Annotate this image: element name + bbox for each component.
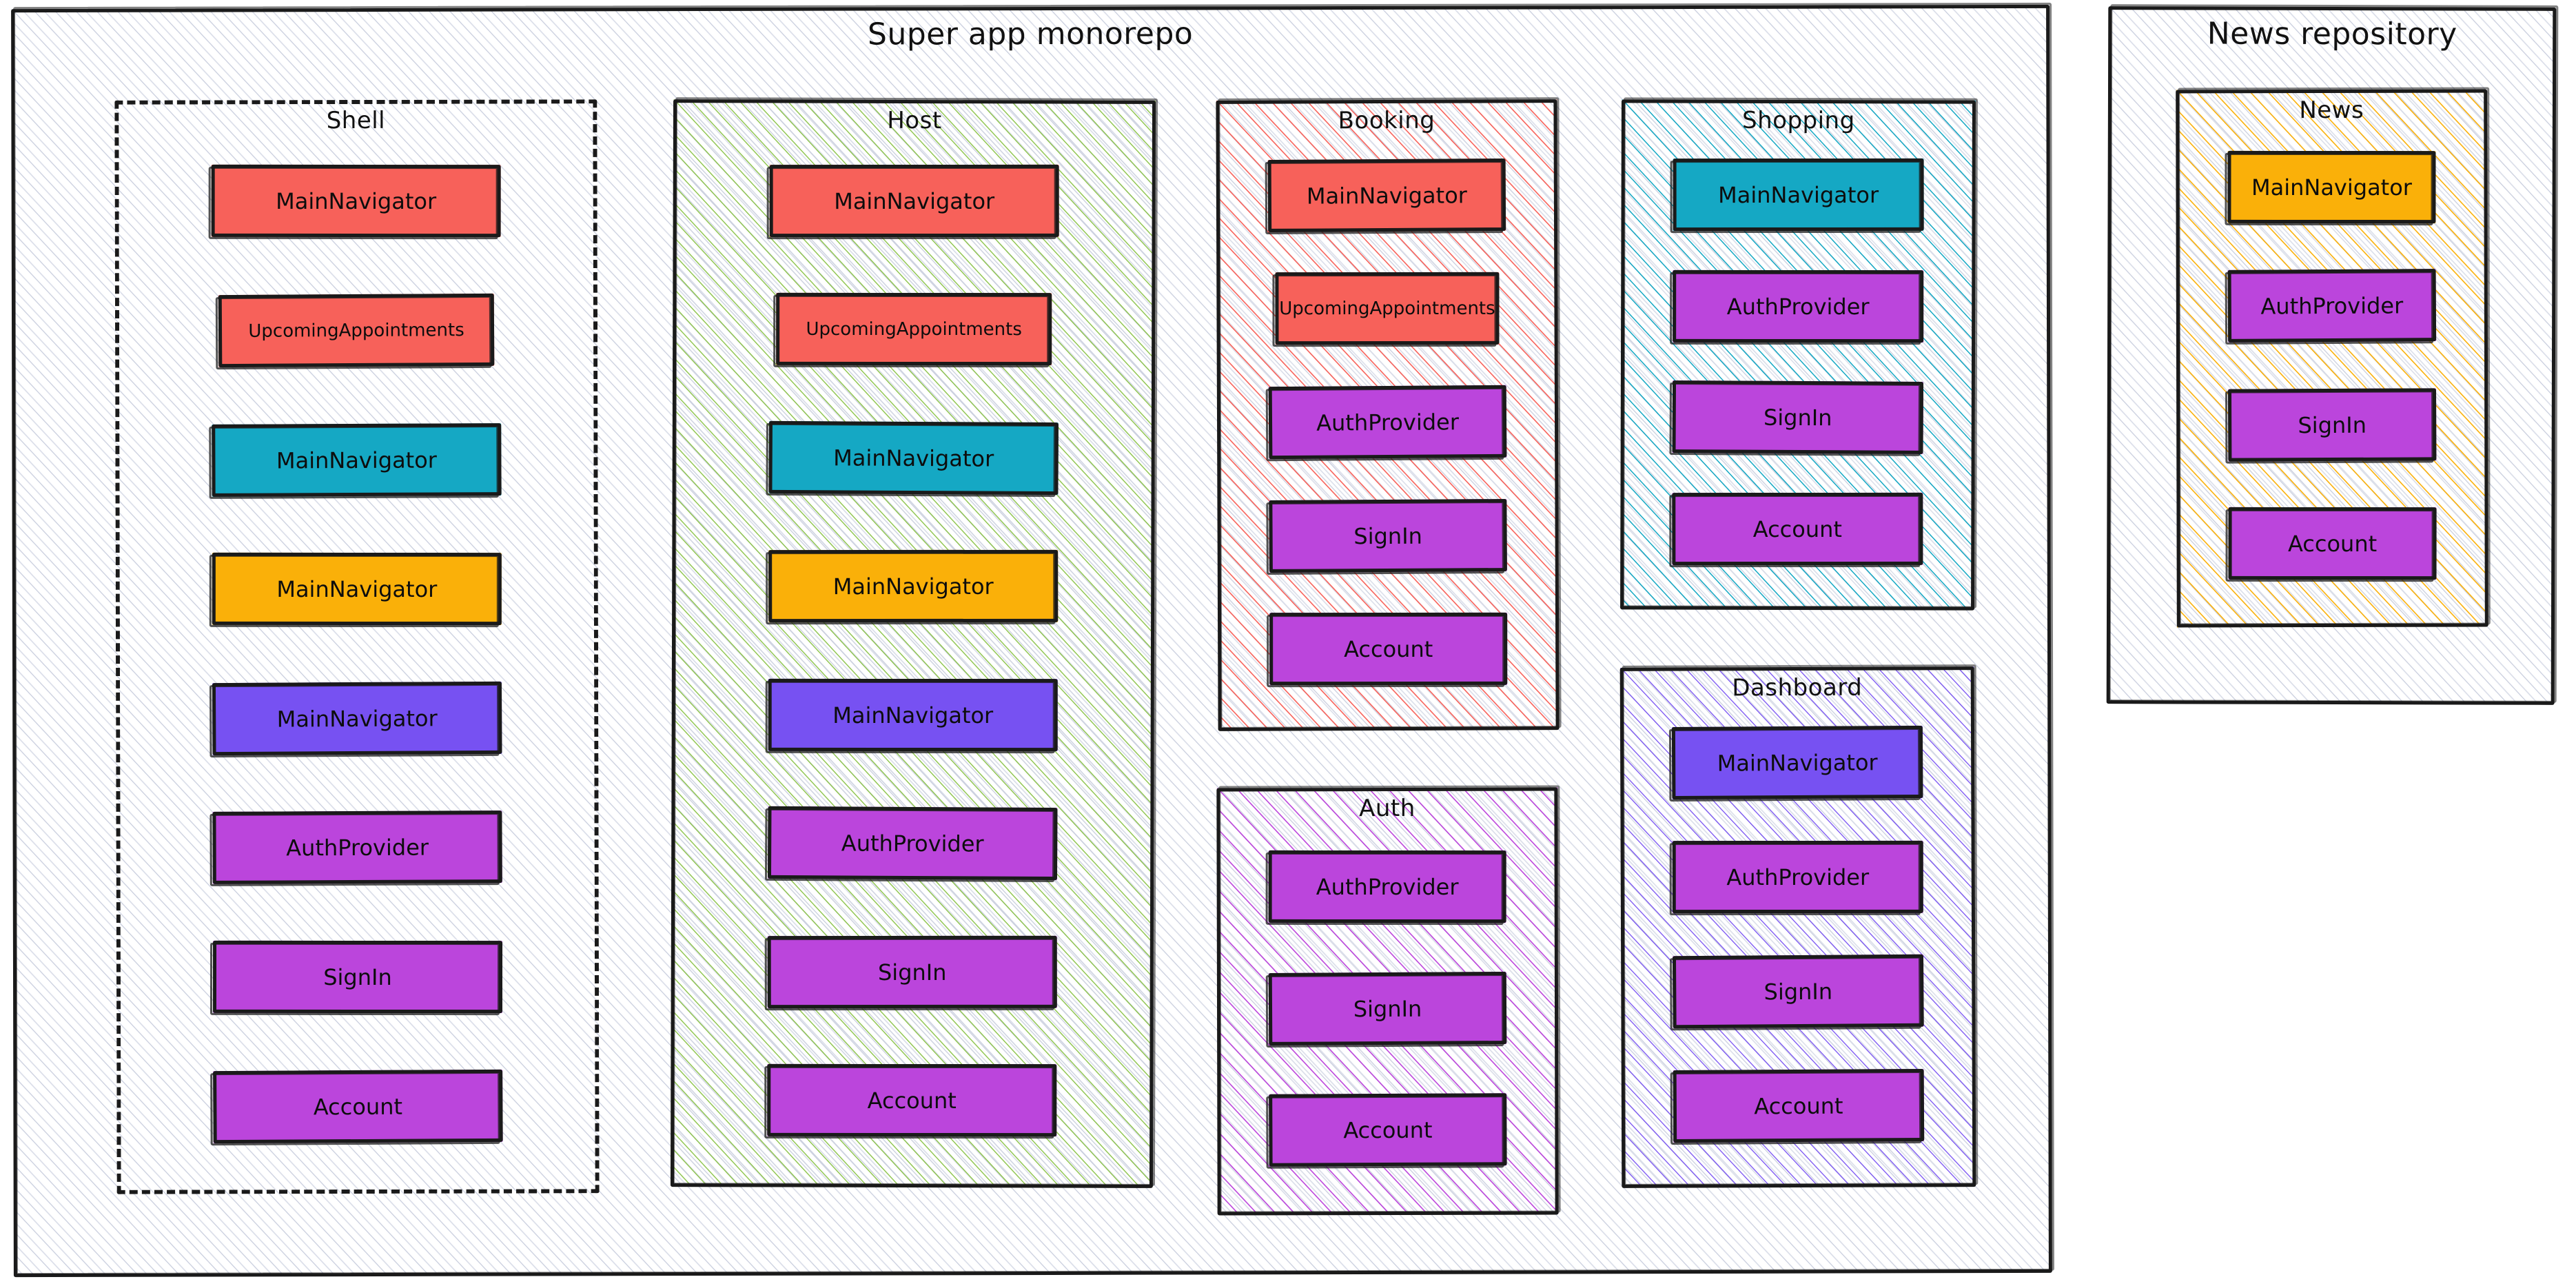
group-title-news-repository: News repository	[2207, 16, 2457, 52]
group-title-super-app-monorepo: Super app monorepo	[867, 16, 1194, 52]
node-label: AuthProvider	[1316, 408, 1460, 436]
node-label: AuthProvider	[841, 830, 984, 857]
node-news-mainnavigator[interactable]: MainNavigator	[2225, 150, 2436, 225]
node-shell-authprovider[interactable]: AuthProvider	[209, 810, 502, 887]
node-label: SignIn	[1764, 977, 1833, 1005]
node-dashboard-mainnavigator[interactable]: MainNavigator	[1668, 726, 1923, 802]
node-shopping-mainnavigator[interactable]: MainNavigator	[1670, 158, 1924, 234]
node-label: Account	[1343, 1116, 1433, 1144]
node-dashboard-authprovider[interactable]: AuthProvider	[1669, 840, 1923, 916]
node-label: SignIn	[1763, 404, 1832, 431]
node-label: AuthProvider	[286, 834, 429, 861]
node-booking-authprovider[interactable]: AuthProvider	[1265, 385, 1507, 462]
node-label: MainNavigator	[276, 575, 438, 602]
node-booking-mainnavigator[interactable]: MainNavigator	[1265, 159, 1506, 234]
module-title-auth: Auth	[1359, 794, 1415, 823]
node-shopping-signin[interactable]: SignIn	[1669, 380, 1924, 457]
node-news-account[interactable]: Account	[2225, 507, 2437, 582]
node-label: AuthProvider	[1726, 864, 1870, 890]
container-border	[114, 99, 600, 1194]
module-shell[interactable]: Shell MainNavigator UpcomingAppointments Ma…	[114, 99, 600, 1194]
node-label: SignIn	[323, 963, 392, 990]
node-shopping-account[interactable]: Account	[1669, 492, 1923, 568]
node-news-signin[interactable]: SignIn	[2225, 388, 2437, 464]
node-label: AuthProvider	[2260, 292, 2404, 320]
node-label: SignIn	[1353, 994, 1422, 1022]
module-title-dashboard: Dashboard	[1732, 673, 1863, 702]
node-label: Account	[1344, 635, 1433, 662]
node-label: MainNavigator	[834, 187, 995, 214]
node-host-mainnavigator[interactable]: MainNavigator	[766, 164, 1059, 240]
node-auth-authprovider[interactable]: AuthProvider	[1265, 850, 1506, 925]
node-label: Account	[1752, 516, 1842, 542]
node-label: MainNavigator	[2251, 174, 2412, 201]
node-host-mainnavigator[interactable]: MainNavigator	[765, 678, 1058, 753]
node-label: MainNavigator	[832, 573, 994, 600]
node-host-account[interactable]: Account	[764, 1063, 1057, 1139]
node-booking-upcomingappointments[interactable]: UpcomingAppointments	[1272, 272, 1500, 347]
node-label: AuthProvider	[1726, 293, 1870, 320]
node-shell-upcomingappointments[interactable]: UpcomingAppointments	[215, 293, 495, 370]
node-shopping-authprovider[interactable]: AuthProvider	[1670, 269, 1924, 345]
module-title-news: News	[2299, 96, 2364, 125]
node-auth-account[interactable]: Account	[1266, 1093, 1507, 1170]
node-shell-mainnavigator[interactable]: MainNavigator	[209, 553, 502, 628]
node-shell-mainnavigator[interactable]: MainNavigator	[209, 422, 502, 499]
node-host-signin[interactable]: SignIn	[764, 935, 1057, 1010]
node-dashboard-account[interactable]: Account	[1670, 1068, 1925, 1145]
node-dashboard-signin[interactable]: SignIn	[1669, 954, 1924, 1031]
node-label: MainNavigator	[1717, 749, 1878, 777]
node-label: Account	[867, 1087, 957, 1114]
node-label: SignIn	[877, 958, 947, 986]
node-shell-signin[interactable]: SignIn	[209, 940, 503, 1016]
module-dashboard[interactable]: Dashboard MainNavigator AuthProvider SignIn…	[1619, 664, 1979, 1188]
node-auth-signin[interactable]: SignIn	[1265, 971, 1507, 1048]
module-title-shell: Shell	[326, 106, 386, 135]
module-title-booking: Booking	[1338, 106, 1435, 135]
module-host[interactable]: Host MainNavigator UpcomingAppointments Mai…	[670, 97, 1158, 1188]
node-shell-account[interactable]: Account	[210, 1069, 503, 1145]
node-label: Account	[1754, 1092, 1843, 1119]
node-label: MainNavigator	[833, 444, 994, 471]
node-shell-mainnavigator[interactable]: MainNavigator	[209, 681, 502, 757]
node-shell-mainnavigator[interactable]: MainNavigator	[208, 165, 501, 240]
node-label: AuthProvider	[1316, 872, 1459, 900]
container-border-sketch	[672, 97, 1158, 1186]
node-booking-signin[interactable]: SignIn	[1266, 498, 1507, 575]
node-booking-account[interactable]: Account	[1267, 612, 1508, 688]
node-label: MainNavigator	[832, 702, 994, 728]
node-label: SignIn	[1353, 522, 1422, 549]
node-label: MainNavigator	[1718, 181, 1879, 208]
module-news[interactable]: News MainNavigator AuthProvider SignIn Accou…	[2176, 87, 2491, 628]
module-title-shopping: Shopping	[1741, 106, 1855, 135]
node-label: UpcomingAppointments	[806, 318, 1022, 340]
node-label: MainNavigator	[276, 704, 438, 732]
node-label: SignIn	[2298, 411, 2367, 438]
node-news-authprovider[interactable]: AuthProvider	[2225, 269, 2437, 345]
node-host-authprovider[interactable]: AuthProvider	[764, 806, 1058, 883]
node-host-mainnavigator[interactable]: MainNavigator	[766, 550, 1059, 625]
node-label: MainNavigator	[1306, 181, 1467, 210]
module-auth[interactable]: Auth AuthProvider SignIn Account	[1216, 785, 1561, 1216]
node-label: Account	[313, 1092, 403, 1120]
node-host-upcomingappointments[interactable]: UpcomingAppointments	[773, 293, 1052, 368]
node-label: MainNavigator	[276, 187, 437, 215]
node-host-mainnavigator[interactable]: MainNavigator	[766, 420, 1059, 497]
node-label: UpcomingAppointments	[1279, 298, 1495, 320]
node-label: UpcomingAppointments	[248, 319, 464, 342]
module-booking[interactable]: Booking MainNavigator UpcomingAppointments…	[1216, 97, 1562, 731]
node-label: Account	[2287, 530, 2378, 557]
module-shopping[interactable]: Shopping MainNavigator AuthProvider SignIn A…	[1620, 97, 1978, 611]
node-label: MainNavigator	[276, 446, 437, 473]
module-title-host: Host	[887, 106, 942, 135]
